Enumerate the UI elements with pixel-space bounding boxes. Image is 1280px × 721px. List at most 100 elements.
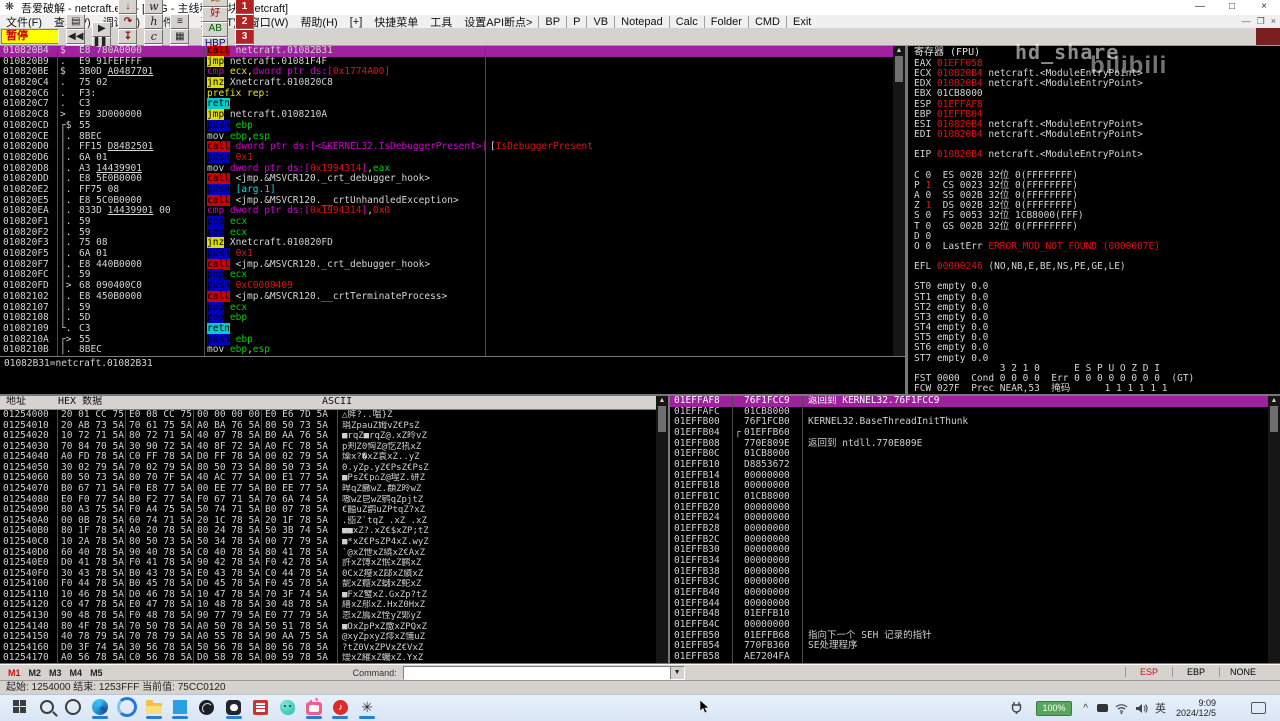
disasm-row[interactable]: 010820C6. F3: prefix rep: <box>0 88 893 100</box>
disasm-row[interactable]: 01082102 │. E8 450B0000 call <jmp.&MSVCR120… <box>0 290 893 303</box>
wifi-icon[interactable] <box>1115 695 1128 721</box>
clock[interactable]: 9:09 2024/12/5 <box>1176 695 1216 721</box>
dump-row[interactable]: 012540C0 10 2A 78 5A 80 50 73 5A 50 34 78 5… <box>0 536 656 548</box>
memory-tab-m3[interactable]: M3 <box>49 668 62 678</box>
memory-tab-m5[interactable]: M5 <box>90 668 103 678</box>
dump-pane[interactable]: 地址 HEX 数据 ASCII 01254000 20 01 CC 75 E0 08… <box>0 396 656 663</box>
disasm-row[interactable]: 010820D0 │. FF15 D8482501 call dword ptr ds… <box>0 141 893 153</box>
stack-pane[interactable]: 01EFFAF8 76F1FCC9 返回到 KERNEL32.76F1FCC9 01E… <box>670 396 1268 663</box>
command-value[interactable] <box>404 667 670 679</box>
taskbar-app-edge[interactable] <box>88 697 112 719</box>
scrollbar-thumb[interactable] <box>895 56 903 82</box>
scroll-up-icon[interactable]: ▲ <box>1268 396 1280 405</box>
ime-indicator[interactable]: 英 <box>1155 695 1166 721</box>
menu-item-15[interactable]: Calc <box>668 15 704 28</box>
disasm-row[interactable]: 010820F7 │. E8 440B0000 call <jmp.&MSVCR120… <box>0 258 893 271</box>
toolbar-window-button-5[interactable]: h <box>144 14 164 29</box>
register-line[interactable]: EDI 010820B4 netcraft.<ModuleEntryPoint> <box>908 130 1280 140</box>
register-line[interactable]: T 0 GS 002B 32位 0(FFFFFFFF) <box>908 221 1280 232</box>
close-button[interactable]: × <box>1248 0 1280 15</box>
taskbar-app-snowflake[interactable]: ✳ <box>355 697 379 719</box>
disasm-row[interactable]: 010820CD ┌$ 55 push ebp <box>0 119 893 132</box>
disasm-row[interactable]: 0108210B │. 8BEC mov ebp,esp <box>0 344 893 356</box>
disasm-row[interactable]: 0108210A ┌> 55 push ebp <box>0 333 893 346</box>
taskbar-app-explorer[interactable] <box>142 697 166 719</box>
command-input[interactable]: ▼ <box>402 666 685 680</box>
dump-row[interactable]: 01254170 A0 56 78 5A C0 56 78 5A D0 58 78 5… <box>0 653 656 663</box>
disasm-row[interactable]: 01082109 └. C3 retn <box>0 322 893 335</box>
stack-row[interactable]: 01EFFB58 AE7204FA <box>670 651 1268 663</box>
disasm-row[interactable]: 01082108 │. 5D pop ebp <box>0 312 893 324</box>
toolbar-step-button-0[interactable]: ↓ <box>118 0 138 14</box>
memory-tab-m1[interactable]: M1 <box>8 668 21 678</box>
menu-item-16[interactable]: Folder <box>703 15 748 28</box>
taskbar-app-docs-red[interactable] <box>248 697 272 717</box>
menu-item-17[interactable]: CMD <box>747 15 786 28</box>
scrollbar-thumb[interactable] <box>658 406 666 432</box>
taskbar-app-bilibili[interactable] <box>302 697 326 719</box>
minimize-button[interactable]: — <box>1184 0 1216 15</box>
dropdown-arrow-icon[interactable]: ▼ <box>669 667 684 679</box>
mdi-minimize-button[interactable]: — <box>1242 16 1251 27</box>
volume-icon[interactable] <box>1136 695 1148 721</box>
maximize-button[interactable]: □ <box>1216 0 1248 15</box>
menu-item-12[interactable]: P <box>566 15 586 28</box>
disasm-row[interactable]: 010820DD │. E8 5E0B0000 call <jmp.&MSVCR120… <box>0 173 893 185</box>
scroll-up-icon[interactable]: ▲ <box>893 46 905 55</box>
tray-app-icon[interactable] <box>1097 695 1108 721</box>
disasm-row[interactable]: 010820C4. 75 02 jnz Xnetcraft.010820C8 <box>0 77 893 89</box>
toolbar-plugin-button-2[interactable]: AB <box>202 21 229 37</box>
disasm-row[interactable]: 010820EA │. 833D 14439901 00 cmp dword ptr … <box>0 205 893 217</box>
stack-scrollbar[interactable]: ▲ <box>1268 396 1280 663</box>
disassembly-scrollbar[interactable]: ▲ <box>893 46 905 356</box>
toolbar-view-button-0[interactable]: ≡ <box>170 14 190 29</box>
disasm-row[interactable]: 010820F1 │. 59 pop ecx <box>0 216 893 228</box>
register-line[interactable]: O 0 LastErr ERROR_MOD_NOT_FOUND (0000007… <box>908 241 1280 252</box>
scroll-up-icon[interactable]: ▲ <box>656 396 668 405</box>
toolbar-view-button-1[interactable]: ▦ <box>170 29 190 44</box>
memory-tab-m4[interactable]: M4 <box>70 668 83 678</box>
toolbar-number-button-0[interactable]: 1 <box>235 0 255 14</box>
toolbar-file-button-0[interactable]: ▤ <box>66 14 86 29</box>
taskbar-app-browser[interactable] <box>115 697 139 717</box>
menu-item-13[interactable]: VB <box>586 15 614 28</box>
battery-indicator[interactable]: 100% <box>1036 695 1072 721</box>
toolbar-step-button-1[interactable]: ↷ <box>118 14 138 29</box>
disasm-row[interactable]: 01082107 │. 59 pop ecx <box>0 301 893 314</box>
register-line[interactable]: EIP 010820B4 netcraft.<ModuleEntryPoint> <box>908 150 1280 160</box>
mdi-restore-button[interactable]: ❐ <box>1257 16 1265 27</box>
toolbar-number-button-1[interactable]: 2 <box>235 14 255 29</box>
disasm-row[interactable]: 010820F3 │. 75 08 jnz Xnetcraft.010820FD <box>0 237 893 250</box>
disasm-row[interactable]: 010820BE $3B0D A0487701 cmp ecx,dword ptr … <box>0 67 893 79</box>
taskbar-app-vscode[interactable] <box>168 697 192 719</box>
disasm-row[interactable]: 010820F2 │. 59 pop ecx <box>0 226 893 239</box>
toolbar-window-button-6[interactable]: c <box>144 29 164 44</box>
toolbar-step-button-2[interactable]: ↧ <box>118 29 138 44</box>
dump-row[interactable]: 01254130 90 48 78 5A F0 48 78 5A 90 77 79 5… <box>0 610 656 622</box>
toolbar-plugin-button-1[interactable]: 好 <box>202 6 229 22</box>
register-line[interactable]: FCW 027F Prec NEAR,53 掩码 1 1 1 1 1 1 <box>908 383 1280 394</box>
dump-row[interactable]: 01254000 20 01 CC 75 E0 08 CC 75 00 00 00 0… <box>0 409 656 421</box>
notification-icon[interactable] <box>1251 695 1266 721</box>
menu-item-11[interactable]: BP <box>538 15 566 28</box>
scrollbar-thumb[interactable] <box>1270 406 1278 432</box>
mdi-close-button[interactable]: × <box>1271 16 1276 27</box>
menu-item-7[interactable]: [+] <box>344 16 369 28</box>
memory-tab-m2[interactable]: M2 <box>29 668 42 678</box>
taskbar-app-media-dark[interactable] <box>195 697 219 717</box>
taskbar-app-search[interactable] <box>35 697 59 717</box>
toolbar-window-button-4[interactable]: w <box>144 0 164 14</box>
disasm-row[interactable]: 010820C8 > E9 3D000000 jmp netcraft.0108210… <box>0 109 893 121</box>
toolbar-number-button-2[interactable]: 3 <box>235 29 255 44</box>
taskbar-app-github[interactable] <box>222 697 246 719</box>
register-line[interactable]: EFL 00000246 (NO,NB,E,BE,NS,PE,GE,LE) <box>908 262 1280 272</box>
taskbar-app-mascot-teal[interactable] <box>275 697 299 717</box>
tray-chevron-icon[interactable]: ^ <box>1083 695 1088 721</box>
menu-item-18[interactable]: Exit <box>786 15 817 28</box>
taskbar-app-netease-music[interactable]: ♪ <box>328 697 352 719</box>
toolbar-run-button-0[interactable]: ▶ <box>92 21 112 37</box>
dump-scrollbar[interactable]: ▲ <box>656 396 668 663</box>
toolbar-file-button-1[interactable]: ◀◀ <box>66 29 86 44</box>
taskbar-app-start[interactable] <box>8 697 32 717</box>
menu-item-14[interactable]: Notepad <box>614 15 669 28</box>
